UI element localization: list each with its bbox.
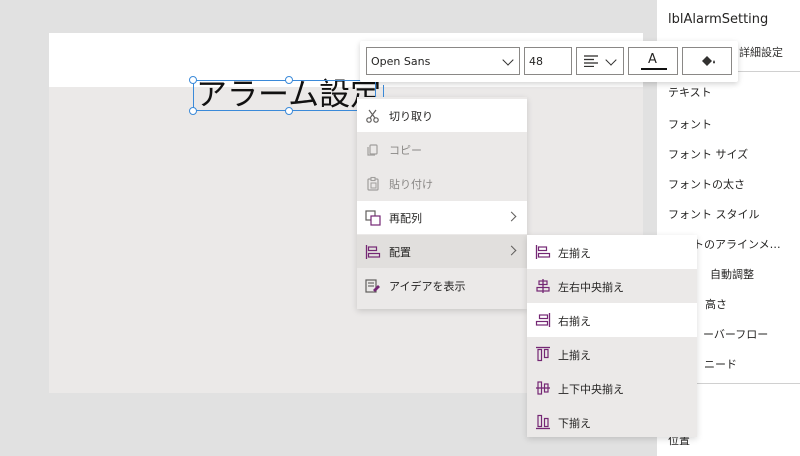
- submenu-item-label: 左揃え: [558, 247, 591, 260]
- menu-item-paste[interactable]: 貼り付け: [357, 167, 527, 200]
- submenu-item-label: 上揃え: [558, 349, 591, 362]
- property-font[interactable]: フォント: [668, 116, 712, 132]
- submenu-item-align-center[interactable]: 左右中央揃え: [527, 269, 697, 303]
- menu-item-label: 配置: [389, 246, 411, 259]
- label-selection-box[interactable]: [193, 80, 376, 111]
- property-auto-height[interactable]: 自動調整: [710, 266, 754, 282]
- property-font-style[interactable]: フォント スタイル: [668, 206, 760, 222]
- menu-item-align[interactable]: 配置: [357, 235, 527, 268]
- menu-item-label: アイデアを表示: [389, 280, 466, 293]
- align-middle-vertical-icon: [536, 381, 550, 395]
- menu-item-label: 貼り付け: [389, 178, 433, 191]
- control-name: lblAlarmSetting: [668, 12, 769, 27]
- property-text[interactable]: テキスト: [668, 84, 712, 100]
- menu-item-cut[interactable]: 切り取り: [357, 99, 527, 132]
- align-icon: [365, 245, 381, 259]
- fill-bucket-icon: [701, 56, 715, 68]
- submenu-item-align-top[interactable]: 上揃え: [527, 337, 697, 371]
- align-bottom-icon: [536, 414, 550, 430]
- submenu-item-label: 上下中央揃え: [558, 383, 624, 396]
- submenu-item-label: 下揃え: [558, 417, 591, 430]
- submenu-item-label: 右揃え: [558, 315, 591, 328]
- align-right-icon: [535, 313, 551, 327]
- align-top-icon: [536, 346, 550, 362]
- font-color-icon: A: [648, 52, 657, 67]
- resize-handle-bottom-left[interactable]: [189, 107, 197, 115]
- property-font-weight[interactable]: フォントの太さ: [668, 176, 745, 192]
- property-height[interactable]: 高さ: [705, 296, 727, 312]
- property-mode[interactable]: ニード: [704, 356, 737, 372]
- submenu-item-align-middle[interactable]: 上下中央揃え: [527, 371, 697, 405]
- align-submenu: 左揃え 左右中央揃え 右揃え 上揃え 上下中央揃え 下揃え: [527, 235, 697, 437]
- chevron-right-icon: [506, 211, 517, 222]
- scissors-icon: [366, 109, 379, 123]
- ideas-icon: [365, 279, 380, 293]
- tab-advanced[interactable]: 詳細設定: [739, 44, 783, 60]
- chevron-down-icon: [502, 54, 514, 66]
- font-color-swatch: [641, 68, 667, 70]
- resize-handle-top[interactable]: [285, 76, 293, 84]
- submenu-item-align-left[interactable]: 左揃え: [527, 235, 697, 269]
- align-center-horizontal-icon: [536, 279, 550, 293]
- font-size-input[interactable]: 48: [524, 47, 572, 75]
- copy-icon: [367, 144, 378, 156]
- submenu-item-align-bottom[interactable]: 下揃え: [527, 405, 697, 439]
- resize-handle-bottom[interactable]: [285, 107, 293, 115]
- menu-item-reorder[interactable]: 再配列: [357, 201, 527, 234]
- align-left-icon: [535, 245, 551, 259]
- text-align-dropdown[interactable]: [576, 47, 624, 75]
- submenu-item-label: 左右中央揃え: [558, 281, 624, 294]
- format-toolbar: Open Sans 48 A: [360, 41, 738, 82]
- property-overflow[interactable]: ーバーフロー: [703, 326, 768, 342]
- font-size-value: 48: [529, 55, 543, 68]
- resize-handle-top-left[interactable]: [189, 76, 197, 84]
- menu-item-label: 切り取り: [389, 110, 433, 123]
- property-font-size[interactable]: フォント サイズ: [668, 146, 748, 162]
- chevron-down-icon: [605, 54, 617, 66]
- context-menu: 切り取り コピー 貼り付け 再配列 配置 アイデアを表示: [357, 97, 527, 309]
- font-family-value: Open Sans: [371, 55, 431, 68]
- font-color-button[interactable]: A: [628, 47, 678, 75]
- menu-item-label: コピー: [389, 144, 422, 157]
- align-left-icon: [584, 55, 598, 67]
- font-family-dropdown[interactable]: Open Sans: [366, 47, 520, 75]
- menu-item-label: 再配列: [389, 212, 422, 225]
- menu-item-ideas[interactable]: アイデアを表示: [357, 269, 527, 302]
- fill-color-button[interactable]: [682, 47, 732, 75]
- reorder-icon: [365, 210, 381, 226]
- menu-item-copy[interactable]: コピー: [357, 133, 527, 166]
- paste-icon: [367, 176, 379, 191]
- submenu-item-align-right[interactable]: 右揃え: [527, 303, 697, 337]
- chevron-right-icon: [506, 245, 517, 256]
